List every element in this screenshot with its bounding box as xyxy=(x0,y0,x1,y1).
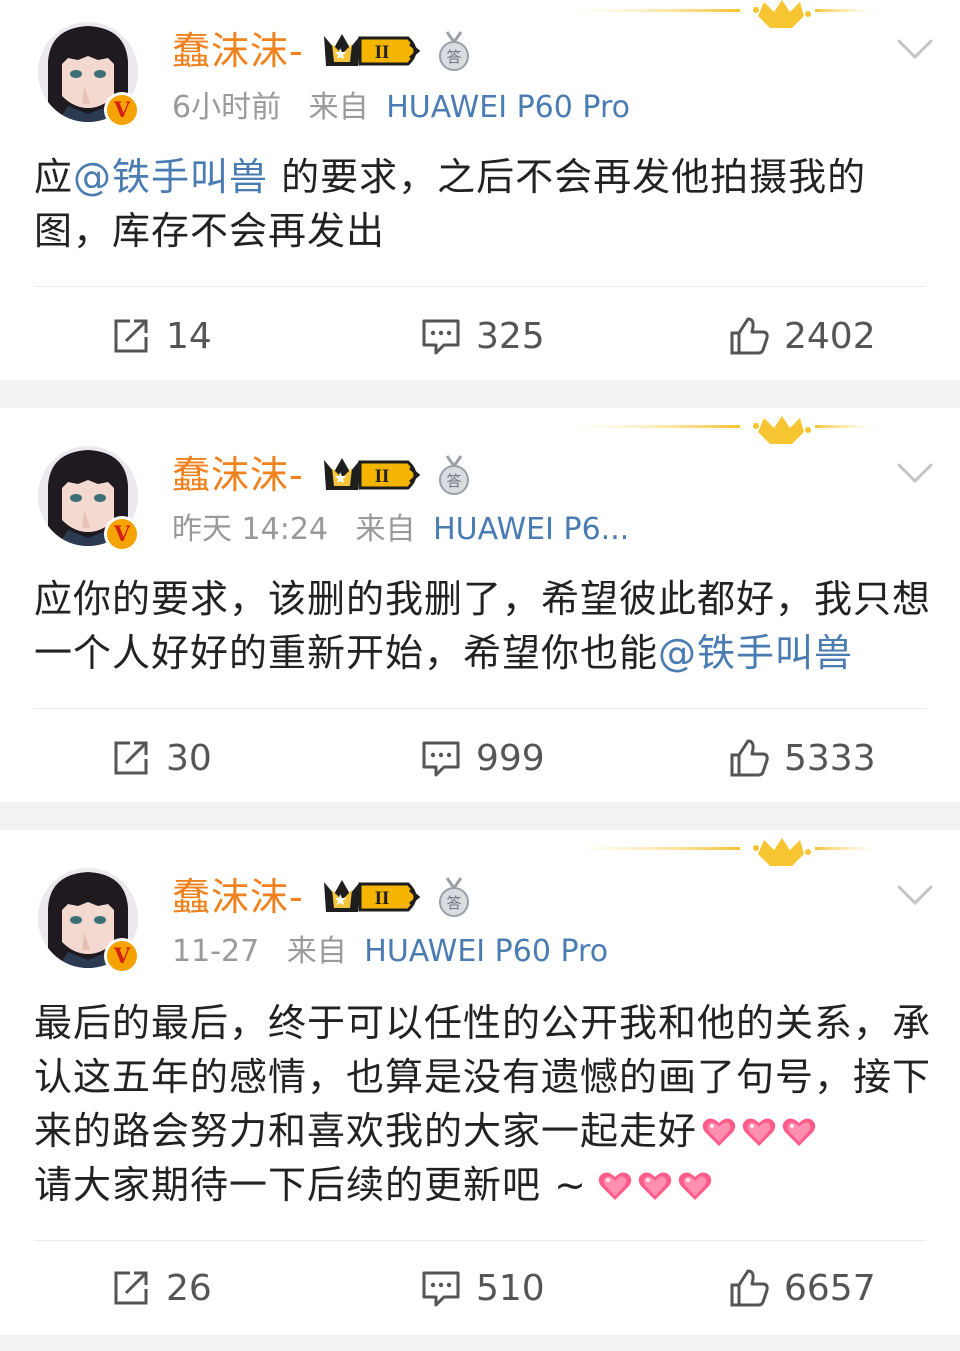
repost-count: 26 xyxy=(166,1267,212,1309)
post-meta: 昨天 14:24 来自 HUAWEI P6... xyxy=(172,508,629,552)
verified-icon: V xyxy=(104,516,140,552)
source-label: 来自 xyxy=(286,934,347,969)
action-bar: 14 325 2402 xyxy=(0,306,960,366)
like-button[interactable]: 6657 xyxy=(728,1258,876,1318)
device-link[interactable]: HUAWEI P60 Pro xyxy=(364,934,608,969)
username[interactable]: 蠢沫沫- xyxy=(172,872,304,922)
repost-icon xyxy=(110,737,152,779)
repost-icon xyxy=(110,315,152,357)
comment-count: 325 xyxy=(476,315,545,357)
username[interactable]: 蠢沫沫- xyxy=(172,450,304,500)
post-meta: 11-27 来自 HUAWEI P60 Pro xyxy=(172,930,608,974)
post-card[interactable]: V 蠢沫沫- 昨天 14:24 来自 HUAWEI P6... 应你的要求，该删… xyxy=(0,408,960,802)
content-text: 应 xyxy=(34,155,74,199)
heart-emoji-icon xyxy=(637,1170,673,1202)
medal-icon[interactable] xyxy=(435,30,473,72)
comment-icon xyxy=(420,315,462,357)
content-text: 请大家期待一下后续的更新吧 ~ xyxy=(34,1163,587,1207)
post-content: 应@铁手叫兽 的要求，之后不会再发他拍摄我的图，库存不会再发出 xyxy=(34,150,934,258)
action-bar: 30 999 5333 xyxy=(0,728,960,788)
post-time: 11-27 xyxy=(172,934,260,969)
more-chevron-icon[interactable] xyxy=(896,460,934,486)
post-time: 6小时前 xyxy=(172,90,282,125)
mention-link[interactable]: @铁手叫兽 xyxy=(73,155,268,199)
heart-emoji-icon xyxy=(701,1116,737,1148)
post-card[interactable]: V 蠢沫沫- 6小时前 来自 HUAWEI P60 Pro 应@铁手叫兽 的要求… xyxy=(0,0,960,380)
mention-link[interactable]: @铁手叫兽 xyxy=(658,631,853,675)
more-chevron-icon[interactable] xyxy=(896,882,934,908)
device-link[interactable]: HUAWEI P60 Pro xyxy=(386,90,630,125)
post-content: 最后的最后，终于可以任性的公开我和他的关系，承认这五年的感情，也算是没有遗憾的画… xyxy=(34,996,934,1212)
source-label: 来自 xyxy=(355,512,416,547)
verified-icon: V xyxy=(104,938,140,974)
like-icon xyxy=(728,1267,770,1309)
repost-button[interactable]: 26 xyxy=(110,1258,212,1318)
level-badge-icon[interactable] xyxy=(320,30,426,72)
medal-icon[interactable] xyxy=(435,454,473,496)
like-count: 5333 xyxy=(784,737,876,779)
post-time: 昨天 14:24 xyxy=(172,512,328,547)
username[interactable]: 蠢沫沫- xyxy=(172,26,304,76)
heart-emoji-icon xyxy=(741,1116,777,1148)
heart-emoji-icon xyxy=(597,1170,633,1202)
like-icon xyxy=(728,737,770,779)
comment-icon xyxy=(420,737,462,779)
repost-icon xyxy=(110,1267,152,1309)
divider xyxy=(34,1240,926,1241)
more-chevron-icon[interactable] xyxy=(896,36,934,62)
action-bar: 26 510 6657 xyxy=(0,1258,960,1318)
comment-button[interactable]: 510 xyxy=(420,1258,545,1318)
comment-button[interactable]: 325 xyxy=(420,306,545,366)
heart-emoji-icon xyxy=(781,1116,817,1148)
post-meta: 6小时前 来自 HUAWEI P60 Pro xyxy=(172,86,630,130)
weibo-feed: V 蠢沫沫- 6小时前 来自 HUAWEI P60 Pro 应@铁手叫兽 的要求… xyxy=(0,0,960,1351)
like-count: 2402 xyxy=(784,315,876,357)
like-icon xyxy=(728,315,770,357)
post-card[interactable]: V 蠢沫沫- 11-27 来自 HUAWEI P60 Pro 最后的最后，终于可… xyxy=(0,830,960,1335)
divider xyxy=(34,286,926,287)
device-link[interactable]: HUAWEI P6... xyxy=(433,512,629,547)
medal-icon[interactable] xyxy=(435,876,473,918)
repost-count: 14 xyxy=(166,315,212,357)
comment-icon xyxy=(420,1267,462,1309)
like-button[interactable]: 2402 xyxy=(728,306,876,366)
like-button[interactable]: 5333 xyxy=(728,728,876,788)
repost-button[interactable]: 14 xyxy=(110,306,212,366)
crown-decoration-icon xyxy=(560,416,890,456)
level-badge-icon[interactable] xyxy=(320,454,426,496)
source-label: 来自 xyxy=(308,90,369,125)
divider xyxy=(34,708,926,709)
verified-icon: V xyxy=(104,92,140,128)
post-content: 应你的要求，该删的我删了，希望彼此都好，我只想一个人好好的重新开始，希望你也能@… xyxy=(34,572,934,680)
comment-count: 510 xyxy=(476,1267,545,1309)
crown-decoration-icon xyxy=(560,0,890,40)
comment-button[interactable]: 999 xyxy=(420,728,545,788)
heart-emoji-icon xyxy=(677,1170,713,1202)
repost-button[interactable]: 30 xyxy=(110,728,212,788)
comment-count: 999 xyxy=(476,737,545,779)
crown-decoration-icon xyxy=(560,838,890,878)
repost-count: 30 xyxy=(166,737,212,779)
level-badge-icon[interactable] xyxy=(320,876,426,918)
like-count: 6657 xyxy=(784,1267,876,1309)
